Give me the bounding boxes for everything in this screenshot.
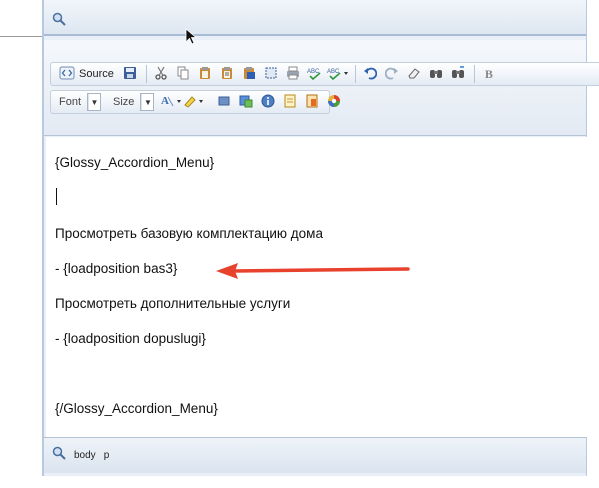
color-picker-button[interactable]: [324, 92, 344, 112]
size-select[interactable]: ▼: [140, 93, 155, 111]
spellcheck-button[interactable]: ABC: [305, 64, 325, 84]
toolbar-row-2: Font ▼ Size ▼ A: [50, 90, 341, 114]
save-button[interactable]: [120, 64, 140, 84]
editor-content-area[interactable]: {Glossy_Accordion_Menu} Просмотреть базо…: [46, 137, 587, 437]
printer-icon: [286, 66, 300, 83]
toolbar-area: Source ABC ABC B Font ▼ Size ▼ A: [44, 40, 599, 136]
spellcheck-icon: ABC: [307, 66, 323, 83]
binoculars-icon: [429, 66, 443, 83]
blocks-icon: [217, 94, 231, 111]
background-color-button[interactable]: [184, 92, 204, 112]
about-button[interactable]: [258, 92, 278, 112]
text-color-button[interactable]: A: [161, 92, 183, 112]
toolbar-separator: [145, 65, 147, 83]
paste-button[interactable]: [195, 64, 215, 84]
remove-format-button[interactable]: [404, 64, 424, 84]
content-line: - {loadposition bas3}: [55, 261, 178, 276]
select-all-button[interactable]: [261, 64, 281, 84]
chevron-down-icon: ▼: [141, 94, 153, 110]
magnifier-icon[interactable]: [52, 446, 66, 465]
redo-button[interactable]: [382, 64, 402, 84]
binoculars-replace-icon: [451, 65, 465, 83]
color-wheel-icon: [327, 94, 341, 111]
insert-page-button[interactable]: [302, 92, 322, 112]
magnifier-icon[interactable]: [52, 12, 66, 31]
text-color-icon: A: [161, 94, 183, 111]
eraser-icon: [407, 66, 421, 83]
toolbar-separator: [473, 65, 475, 83]
content-line: Просмотреть дополнительные услуги: [55, 296, 291, 311]
content-line: {/Glossy_Accordion_Menu}: [55, 401, 218, 416]
size-label: Size: [113, 96, 135, 108]
bold-button[interactable]: B: [479, 64, 499, 84]
chevron-down-icon: ▼: [88, 94, 100, 110]
copy-icon: [176, 66, 190, 83]
select-all-icon: [264, 66, 278, 83]
insert-template-button[interactable]: [236, 92, 256, 112]
document-icon: [283, 94, 297, 111]
font-label: Font: [59, 96, 82, 108]
info-icon: [261, 94, 275, 111]
redo-icon: [384, 66, 399, 83]
document-button[interactable]: [280, 92, 300, 112]
show-blocks-button[interactable]: [214, 92, 234, 112]
scissors-icon: [154, 66, 168, 83]
paste-text-button[interactable]: [217, 64, 237, 84]
text-caret: [56, 188, 57, 205]
path-item-p[interactable]: p: [104, 450, 110, 461]
undo-button[interactable]: [360, 64, 380, 84]
font-select[interactable]: ▼: [87, 93, 102, 111]
find-button[interactable]: [426, 64, 446, 84]
source-label: Source: [79, 68, 114, 80]
copy-button[interactable]: [173, 64, 193, 84]
content-line: - {loadposition dopuslugi}: [55, 331, 206, 346]
undo-icon: [363, 66, 378, 83]
screenshot-frame: Source ABC ABC B Font ▼ Size ▼ A {Glossy…: [0, 0, 599, 488]
path-item-body[interactable]: body: [74, 450, 96, 461]
paste-text-icon: [220, 66, 234, 83]
top-strip: [44, 0, 586, 36]
spellcheck-as-you-type-button[interactable]: ABC: [327, 64, 349, 84]
print-button[interactable]: [283, 64, 303, 84]
paste-word-button[interactable]: [239, 64, 259, 84]
page-insert-icon: [305, 94, 319, 111]
replace-button[interactable]: [448, 64, 468, 84]
toolbar-row-1: Source ABC ABC B: [50, 62, 599, 86]
toolbar-separator: [354, 65, 356, 83]
svg-text:A: A: [161, 95, 169, 107]
content-line: {Glossy_Accordion_Menu}: [55, 155, 215, 170]
spellcheck-dropdown-icon: ABC: [327, 66, 349, 83]
rich-text-editor: Source ABC ABC B Font ▼ Size ▼ A {Glossy…: [42, 0, 599, 476]
paste-word-icon: [242, 66, 256, 83]
highlight-color-icon: [183, 94, 205, 111]
divider-line: [0, 36, 44, 37]
save-icon: [123, 66, 137, 83]
source-icon: [59, 66, 75, 83]
source-button[interactable]: Source: [55, 64, 118, 84]
template-icon: [239, 94, 253, 111]
mouse-pointer-icon: [185, 28, 198, 51]
element-path-bar: body p: [44, 437, 586, 473]
content-line: Просмотреть базовую комплектацию дома: [55, 226, 323, 241]
clipboard-icon: [198, 66, 212, 83]
cut-button[interactable]: [151, 64, 171, 84]
annotation-arrow: [216, 262, 411, 285]
